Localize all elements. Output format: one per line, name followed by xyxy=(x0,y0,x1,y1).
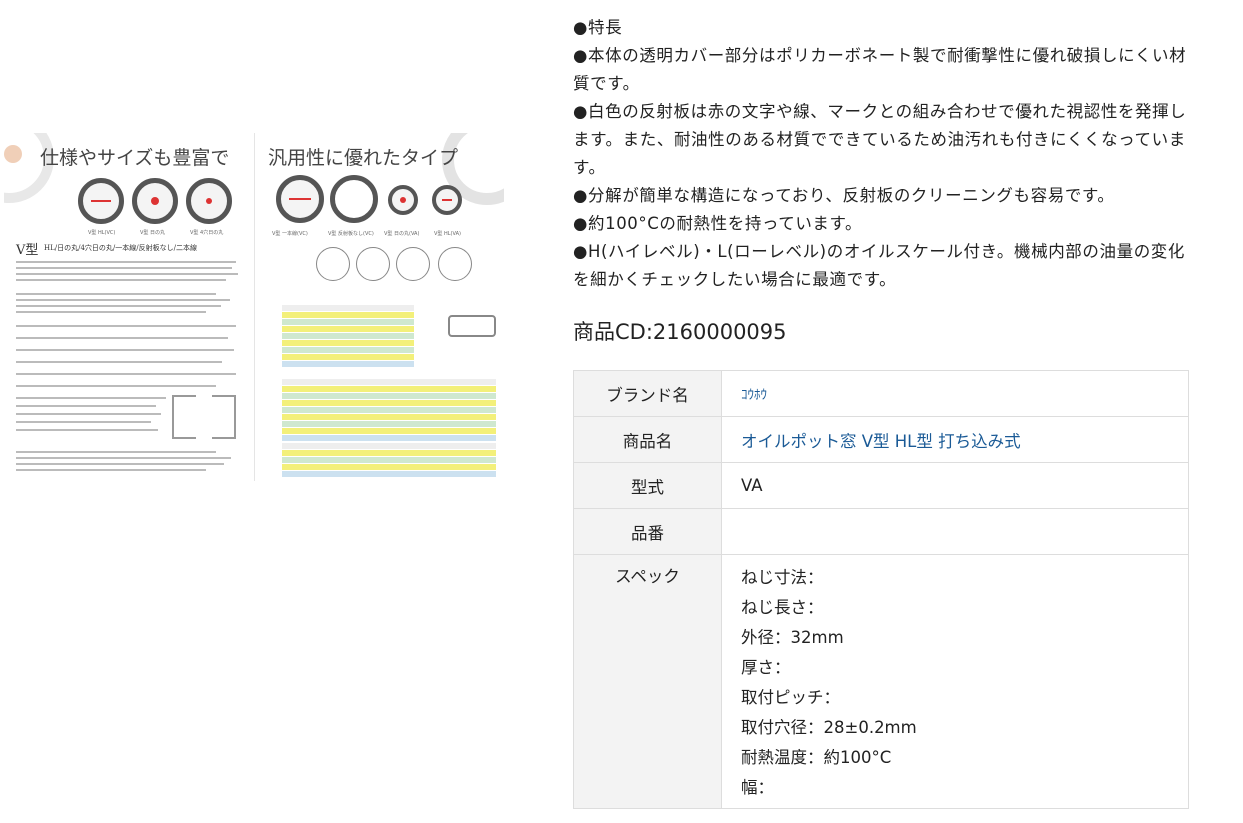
spec-line-outer-diameter: 外径：32mm xyxy=(741,628,844,647)
catalog-text-line xyxy=(16,337,228,339)
catalog-text-line xyxy=(16,457,231,459)
catalog-text-line xyxy=(16,349,234,351)
product-catalog-image: 仕様やサイズも豊富で 汎用性に優れたタイプ V型 HL(VC) V型 日の丸 V… xyxy=(4,133,504,481)
catalog-diagram-1 xyxy=(316,247,350,281)
spec-line-width: 幅： xyxy=(741,778,774,797)
catalog-text-line xyxy=(16,305,221,307)
catalog-type-subtitle: HL/日の丸/4穴日の丸/一本線/反射板なし/二本線 xyxy=(44,244,197,252)
catalog-ring-hinomaru xyxy=(132,178,178,224)
catalog-text-line xyxy=(16,299,230,301)
brand-link[interactable]: ｺｳﾎｳ xyxy=(741,388,767,403)
catalog-type-title: V型 xyxy=(16,243,39,258)
catalog-text-line xyxy=(16,397,166,399)
catalog-size-table-1 xyxy=(282,305,414,368)
catalog-text-line xyxy=(16,413,161,415)
catalog-ring-ipponsen xyxy=(276,175,324,223)
product-code: 商品CD:2160000095 xyxy=(573,320,787,344)
catalog-caption-6: V型 日の丸(VA) xyxy=(384,231,420,237)
catalog-ring-noreflector xyxy=(330,175,378,223)
catalog-diagram-4 xyxy=(438,247,472,281)
catalog-text-line xyxy=(16,261,236,263)
catalog-caption-7: V型 HL(VA) xyxy=(434,231,461,237)
catalog-text-line xyxy=(16,385,216,387)
feature-list: ●特長 ●本体の透明カバー部分はポリカーボネート製で耐衝撃性に優れ破損しにくい材… xyxy=(573,14,1193,294)
spec-label-product-name: 商品名 xyxy=(573,416,722,463)
spec-line-thread-length: ねじ長さ： xyxy=(741,598,824,617)
catalog-ring-hl-va xyxy=(432,185,462,215)
catalog-size-table-2 xyxy=(282,379,496,442)
feature-heading: ●特長 xyxy=(573,18,623,37)
catalog-ring-hinomaru-va xyxy=(388,185,418,215)
catalog-text-line xyxy=(16,463,224,465)
catalog-text-line xyxy=(16,451,216,453)
spec-line-thread-size: ねじ寸法： xyxy=(741,568,824,587)
spec-line-mounting-hole: 取付穴径：28±0.2mm xyxy=(741,718,917,737)
catalog-bracket-diagram-2 xyxy=(212,395,236,439)
spec-value-product-name: オイルポット窓 V型 HL型 打ち込み式 xyxy=(721,416,1189,463)
catalog-bracket-diagram-1 xyxy=(172,395,196,439)
spec-row-part-number: 品番 xyxy=(573,508,1189,555)
catalog-ring-4hole-dot xyxy=(206,198,212,204)
catalog-heading-right: 汎用性に優れたタイプ xyxy=(268,147,459,169)
feature-item: ●本体の透明カバー部分はポリカーボネート製で耐衝撃性に優れ破損しにくい材質です。 xyxy=(573,46,1187,93)
spec-row-product-name: 商品名 オイルポット窓 V型 HL型 打ち込み式 xyxy=(573,416,1189,463)
spec-line-mounting-pitch: 取付ピッチ： xyxy=(741,688,840,707)
feature-item: ●H(ハイレベル)・L(ローレベル)のオイルスケール付き。機械内部の油量の変化を… xyxy=(573,242,1185,289)
catalog-caption-3: V型 4穴日の丸 xyxy=(190,230,224,236)
catalog-text-line xyxy=(16,469,206,471)
catalog-text-line xyxy=(16,361,222,363)
product-spec-table: ブランド名 ｺｳﾎｳ 商品名 オイルポット窓 V型 HL型 打ち込み式 型式 V… xyxy=(573,370,1189,809)
spec-label-brand: ブランド名 xyxy=(573,370,722,417)
catalog-ring-hinomaru-dot xyxy=(151,197,159,205)
spec-label-part-number: 品番 xyxy=(573,508,722,555)
catalog-text-line xyxy=(16,405,156,407)
catalog-ring-ipponsen-line xyxy=(289,198,311,200)
catalog-text-line xyxy=(16,373,236,375)
product-name-link[interactable]: オイルポット窓 V型 HL型 打ち込み式 xyxy=(741,432,1021,451)
spec-value-part-number xyxy=(721,508,1189,555)
spec-value-specs: ねじ寸法： ねじ長さ： 外径：32mm 厚さ： 取付ピッチ： 取付穴径：28±0… xyxy=(721,554,1189,809)
catalog-section-diagram xyxy=(448,315,496,337)
spec-row-brand: ブランド名 ｺｳﾎｳ xyxy=(573,370,1189,417)
catalog-caption-5: V型 反射板なし(VC) xyxy=(328,231,374,237)
spec-line-thickness: 厚さ： xyxy=(741,658,791,677)
catalog-ring-hinomaru-va-dot xyxy=(400,197,406,203)
catalog-text-line xyxy=(16,273,238,275)
catalog-text-line xyxy=(16,267,232,269)
catalog-ring-hl-line xyxy=(91,200,111,202)
spec-line-heat-resistance: 耐熱温度：約100°C xyxy=(741,748,892,767)
catalog-ring-hl-va-line xyxy=(442,199,452,201)
feature-item: ●約100°Cの耐熱性を持っています。 xyxy=(573,214,863,233)
catalog-ring-4hole xyxy=(186,178,232,224)
spec-value-brand: ｺｳﾎｳ xyxy=(721,370,1189,417)
spec-row-specs: スペック ねじ寸法： ねじ長さ： 外径：32mm 厚さ： 取付ピッチ： 取付穴径… xyxy=(573,554,1189,809)
spec-label-model: 型式 xyxy=(573,462,722,509)
spec-value-model: VA xyxy=(721,462,1189,509)
catalog-text-line xyxy=(16,311,206,313)
catalog-caption-4: V型 一本線(VC) xyxy=(272,231,308,237)
catalog-text-line xyxy=(16,293,216,295)
catalog-ring-hl xyxy=(78,178,124,224)
catalog-diagram-3 xyxy=(396,247,430,281)
catalog-caption-2: V型 日の丸 xyxy=(140,230,166,236)
catalog-size-table-3 xyxy=(282,443,496,478)
feature-item: ●白色の反射板は赤の文字や線、マークとの組み合わせで優れた視認性を発揮します。ま… xyxy=(573,102,1187,177)
catalog-text-line xyxy=(16,421,151,423)
spec-row-model: 型式 VA xyxy=(573,462,1189,509)
catalog-text-line xyxy=(16,325,236,327)
feature-item: ●分解が簡単な構造になっており、反射板のクリーニングも容易です。 xyxy=(573,186,1115,205)
catalog-divider xyxy=(254,133,255,481)
catalog-heading-left: 仕様やサイズも豊富で xyxy=(40,147,230,169)
catalog-text-line xyxy=(16,429,158,431)
catalog-caption-1: V型 HL(VC) xyxy=(88,230,116,236)
catalog-diagram-2 xyxy=(356,247,390,281)
catalog-text-line xyxy=(16,279,226,281)
spec-label-specs: スペック xyxy=(573,554,722,809)
